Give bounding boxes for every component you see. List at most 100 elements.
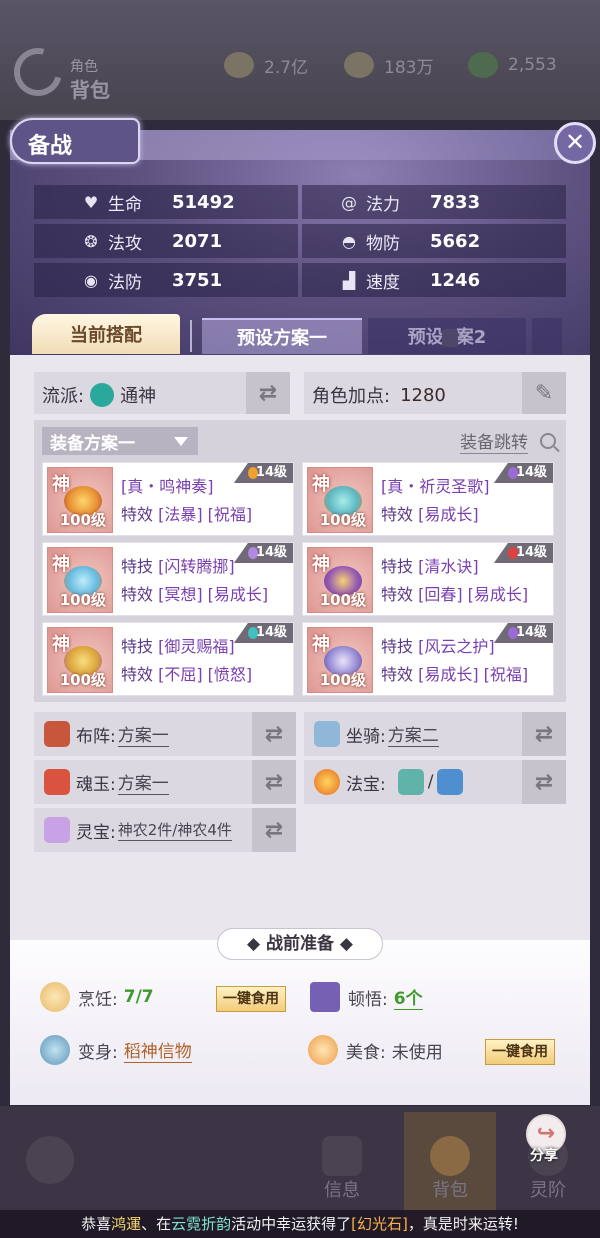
insight-value[interactable]: 6个 <box>393 984 423 1010</box>
announcement-ticker: 恭喜鸿運、在云霓折韵活动中幸运获得了[幻光石]，真是时来运转! <box>0 1210 600 1238</box>
school-icon <box>90 383 115 407</box>
scroll-icon <box>314 721 340 747</box>
heart-icon: ♥ <box>83 192 99 212</box>
background-header: 角色 背包 2.7亿 183万 2,553 <box>0 0 600 120</box>
equipment-card[interactable]: 神 100级 14级 特技 [风云之护] 特效 [易成长] [祝福] <box>302 622 554 696</box>
boot-icon: ▟ <box>342 270 356 290</box>
formation-book-icon <box>44 721 70 747</box>
currency-ingot: 183万 <box>344 52 433 78</box>
level-badge: 14级 <box>233 463 293 483</box>
tab-preset-2[interactable]: 预设 案2 <box>368 318 526 354</box>
swap-mount-button[interactable]: ⇄ <box>522 712 566 756</box>
eat-food-button[interactable]: 一键食用 <box>485 1039 555 1065</box>
points-row: 角色加点: 1280 ✎ <box>304 372 566 414</box>
shoes-icon: 神 100级 <box>307 627 373 693</box>
stat-speed: ▟ 速度 1246 <box>302 263 566 297</box>
gem-icon <box>507 627 518 639</box>
gem-icon <box>507 467 518 479</box>
prep-modal: 备战 ✕ ♥ 生命 51492 @ 法力 7833 ❂ 法攻 2071 ◓ 物防 <box>10 118 596 1105</box>
necklace-icon: 神 100级 <box>307 467 373 533</box>
gem-icon <box>247 467 258 479</box>
formation-row: 布阵: 方案一 ⇄ <box>34 712 296 756</box>
tab-more[interactable] <box>532 318 562 354</box>
chevron-down-icon <box>174 437 188 446</box>
shield-eye-icon: ◉ <box>84 270 98 290</box>
tab-preset-1[interactable]: 预设方案一 <box>202 318 362 354</box>
level-badge: 14级 <box>233 623 293 643</box>
school-value: 通神 <box>120 386 157 407</box>
formation-value: 方案一 <box>117 721 169 747</box>
equipment-card[interactable]: 神 100级 14级 特技 [闪转腾挪] 特效 [冥想] [易成长] <box>42 542 294 616</box>
gem-icon <box>247 547 258 559</box>
flame-sword-icon[interactable] <box>437 769 464 795</box>
bun-icon <box>40 982 70 1012</box>
spirit-treasure-value: 神农2件/神农4件 <box>117 821 232 841</box>
stat-phys-def: ◓ 物防 5662 <box>302 224 566 258</box>
stats-panel: ♥ 生命 51492 @ 法力 7833 ❂ 法攻 2071 ◓ 物防 5662 <box>34 185 566 302</box>
equipment-jump[interactable]: 装备跳转 <box>460 428 556 454</box>
cooking-row: 烹饪: 7/7 <box>40 982 154 1012</box>
fire-orb-icon <box>314 769 340 795</box>
school-row: 流派: 通神 ⇄ <box>34 372 290 414</box>
gem-icon <box>507 547 518 559</box>
mount-value: 方案二 <box>387 721 439 747</box>
close-button[interactable]: ✕ <box>554 122 596 164</box>
equipment-plan-dropdown[interactable]: 装备方案一 <box>42 427 198 455</box>
helmet-icon: ◓ <box>342 231 356 251</box>
swap-school-button[interactable]: ⇄ <box>246 372 290 414</box>
bg-title-small: 角色 <box>70 59 98 75</box>
weapon-icon: 神 100级 <box>47 467 113 533</box>
currency-jade: 2,553 <box>468 52 557 78</box>
level-badge: 14级 <box>493 543 553 563</box>
gold-ingot-icon <box>344 52 374 78</box>
stat-magic-def: ◉ 法防 3751 <box>34 263 298 297</box>
share-label: 分享 <box>530 1148 558 1164</box>
moon-logo-icon <box>5 39 71 105</box>
insight-row: 顿悟: 6个 <box>310 982 423 1012</box>
level-badge: 14级 <box>493 623 553 643</box>
cooking-value: 7/7 <box>123 987 154 1007</box>
soul-jade-row: 魂玉: 方案一 ⇄ <box>34 760 296 804</box>
swap-spirit-treasure-button[interactable]: ⇄ <box>252 808 296 852</box>
gift-box-icon <box>44 817 70 843</box>
stat-mp: @ 法力 7833 <box>302 185 566 219</box>
food-bowl-icon <box>308 1035 338 1065</box>
brush-button[interactable]: ✎ <box>522 372 566 414</box>
jade-icon <box>468 52 498 78</box>
equipment-card[interactable]: 神 100级 14级 特技 [御灵赐福] 特效 [不屈] [愤怒] <box>42 622 294 696</box>
swap-formation-button[interactable]: ⇄ <box>252 712 296 756</box>
spirit-treasure-row: 灵宝: 神农2件/神农4件 ⇄ <box>34 808 296 852</box>
book-icon <box>310 982 340 1012</box>
equipment-panel: 装备方案一 装备跳转 神 100级 14级 [真・鸣神奏] 特效 [法暴] [祝… <box>34 420 566 702</box>
food-value: 未使用 <box>391 1042 443 1063</box>
level-badge: 14级 <box>233 543 293 563</box>
points-value: 1280 <box>400 384 446 406</box>
mount-row: 坐骑: 方案二 ⇄ <box>304 712 566 756</box>
lock-icon <box>441 329 458 347</box>
search-icon <box>540 433 556 449</box>
treasure-row: 法宝: / ⇄ <box>304 760 566 804</box>
transform-row: 变身: 稻神信物 <box>40 1035 192 1065</box>
coin-icon <box>224 52 254 78</box>
pagoda-icon[interactable] <box>397 769 424 795</box>
hat-icon: 神 100级 <box>47 547 113 613</box>
preset-tabs: 当前搭配 预设方案一 预设 案2 <box>32 314 568 356</box>
robe-icon: 神 100级 <box>307 547 373 613</box>
section-title: ◆ 战前准备 ◆ <box>217 928 383 960</box>
equipment-card[interactable]: 神 100级 14级 [真・祈灵圣歌] 特效 [易成长] <box>302 462 554 536</box>
transform-value[interactable]: 稻神信物 <box>123 1037 192 1063</box>
nav-info[interactable]: 信息 <box>322 1136 362 1202</box>
bag-icon <box>430 1136 470 1176</box>
swap-soul-jade-button[interactable]: ⇄ <box>252 760 296 804</box>
soul-jade-icon <box>44 769 70 795</box>
tab-divider <box>190 320 192 352</box>
tab-current[interactable]: 当前搭配 <box>32 314 180 354</box>
eat-all-button[interactable]: 一键食用 <box>216 986 286 1012</box>
level-badge: 14级 <box>493 463 553 483</box>
equipment-card[interactable]: 神 100级 14级 [真・鸣神奏] 特效 [法暴] [祝福] <box>42 462 294 536</box>
swap-treasure-button[interactable]: ⇄ <box>522 760 566 804</box>
modal-title: 备战 <box>10 118 140 164</box>
equipment-card[interactable]: 神 100级 14级 特技 [清水诀] 特效 [回春] [易成长] <box>302 542 554 616</box>
back-icon[interactable] <box>26 1136 74 1184</box>
gem-icon <box>247 627 258 639</box>
